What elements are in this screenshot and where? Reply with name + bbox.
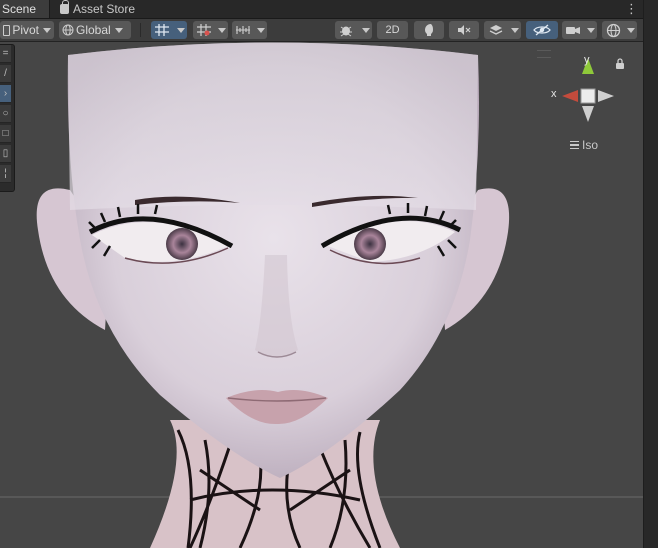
chevron-down-icon (43, 27, 51, 33)
mode-2d-label: 2D (385, 24, 400, 36)
chevron-down-icon (217, 27, 226, 33)
audio-mute-icon (458, 25, 471, 35)
tab-asset-store[interactable]: Asset Store (60, 0, 135, 18)
gizmo-x-label: x (551, 88, 557, 100)
pivot-icon (3, 24, 11, 36)
global-dropdown[interactable]: Global (59, 21, 131, 39)
gizmo-y-label: y (584, 54, 590, 66)
rotate-tool[interactable]: ○ (0, 105, 11, 123)
camera-icon (566, 27, 580, 34)
transform-tool[interactable]: ¦ (0, 165, 11, 183)
chevron-down-icon (114, 27, 123, 33)
tab-bar: Scene Asset Store ⋮ (0, 0, 658, 19)
lock-icon[interactable] (615, 58, 625, 69)
draw-mode-dropdown[interactable] (359, 21, 372, 39)
grid-snap-toggle[interactable] (151, 21, 174, 39)
chevron-down-icon (586, 27, 595, 33)
globe-icon (62, 24, 74, 36)
gizmos-toggle[interactable] (602, 21, 624, 39)
gizmos-icon (606, 23, 620, 37)
grid-snap-icon (155, 24, 169, 36)
camera-dropdown[interactable] (584, 21, 597, 39)
ruler-icon (236, 26, 250, 34)
lighting-icon (425, 24, 433, 36)
pivot-dropdown[interactable]: Pivot (0, 21, 54, 39)
ruler-toggle[interactable] (232, 21, 254, 39)
hidden-eye-icon (533, 24, 551, 36)
increment-snap-icon (197, 24, 211, 36)
tab-scene[interactable]: Scene (0, 0, 50, 18)
effects-toggle[interactable] (484, 21, 508, 39)
chevron-down-icon (361, 27, 370, 33)
chevron-down-icon (256, 27, 265, 33)
tab-scene-label: Scene (2, 2, 37, 16)
kebab-menu-icon[interactable]: ⋮ (625, 0, 638, 18)
chevron-down-icon (626, 27, 635, 33)
grid-snap-dropdown[interactable] (174, 21, 187, 39)
gizmo-x-axis-cone[interactable] (562, 90, 578, 102)
gizmo-center-cube[interactable] (580, 88, 596, 104)
gizmos-dropdown[interactable] (624, 21, 637, 39)
scale-tool[interactable]: □ (0, 125, 11, 143)
chevron-down-icon (176, 27, 185, 33)
scene-visibility-toggle[interactable] (526, 21, 558, 39)
gizmo-neg-y-cone[interactable] (582, 106, 594, 122)
effects-dropdown[interactable] (508, 21, 521, 39)
tool-overlay-handle[interactable]: = (0, 45, 11, 63)
projection-toggle[interactable]: Iso (570, 138, 598, 152)
increment-snap-toggle[interactable] (193, 21, 215, 39)
right-panel-edge (644, 0, 658, 548)
pivot-label: Pivot (12, 23, 39, 37)
mode-2d-toggle[interactable]: 2D (377, 21, 408, 39)
effects-layers-icon (489, 25, 503, 35)
ruler-dropdown[interactable] (254, 21, 267, 39)
shopping-bag-icon (60, 0, 69, 14)
chevron-down-icon (510, 27, 519, 33)
move-tool[interactable]: › (0, 85, 11, 103)
draw-mode-button[interactable] (335, 21, 359, 39)
camera-settings-button[interactable] (562, 21, 584, 39)
gizmo-neg-x-cone[interactable] (598, 90, 614, 102)
scene-toolbar: Pivot Global 2D (0, 19, 644, 42)
menu-lines-icon (570, 141, 579, 149)
global-label: Global (76, 23, 111, 37)
scene-viewport[interactable]: = / › ○ □ ▯ ¦ y x Iso (0, 42, 644, 548)
projection-label: Iso (582, 138, 599, 152)
lighting-toggle[interactable] (414, 21, 444, 39)
increment-snap-dropdown[interactable] (215, 21, 228, 39)
draw-mode-icon (340, 26, 352, 37)
view-tool[interactable]: / (0, 65, 11, 83)
tools-overlay: = / › ○ □ ▯ ¦ (0, 44, 15, 192)
toolbar-divider (140, 23, 141, 37)
tab-asset-store-label: Asset Store (73, 2, 136, 16)
rect-tool[interactable]: ▯ (0, 145, 11, 163)
audio-toggle[interactable] (449, 21, 479, 39)
